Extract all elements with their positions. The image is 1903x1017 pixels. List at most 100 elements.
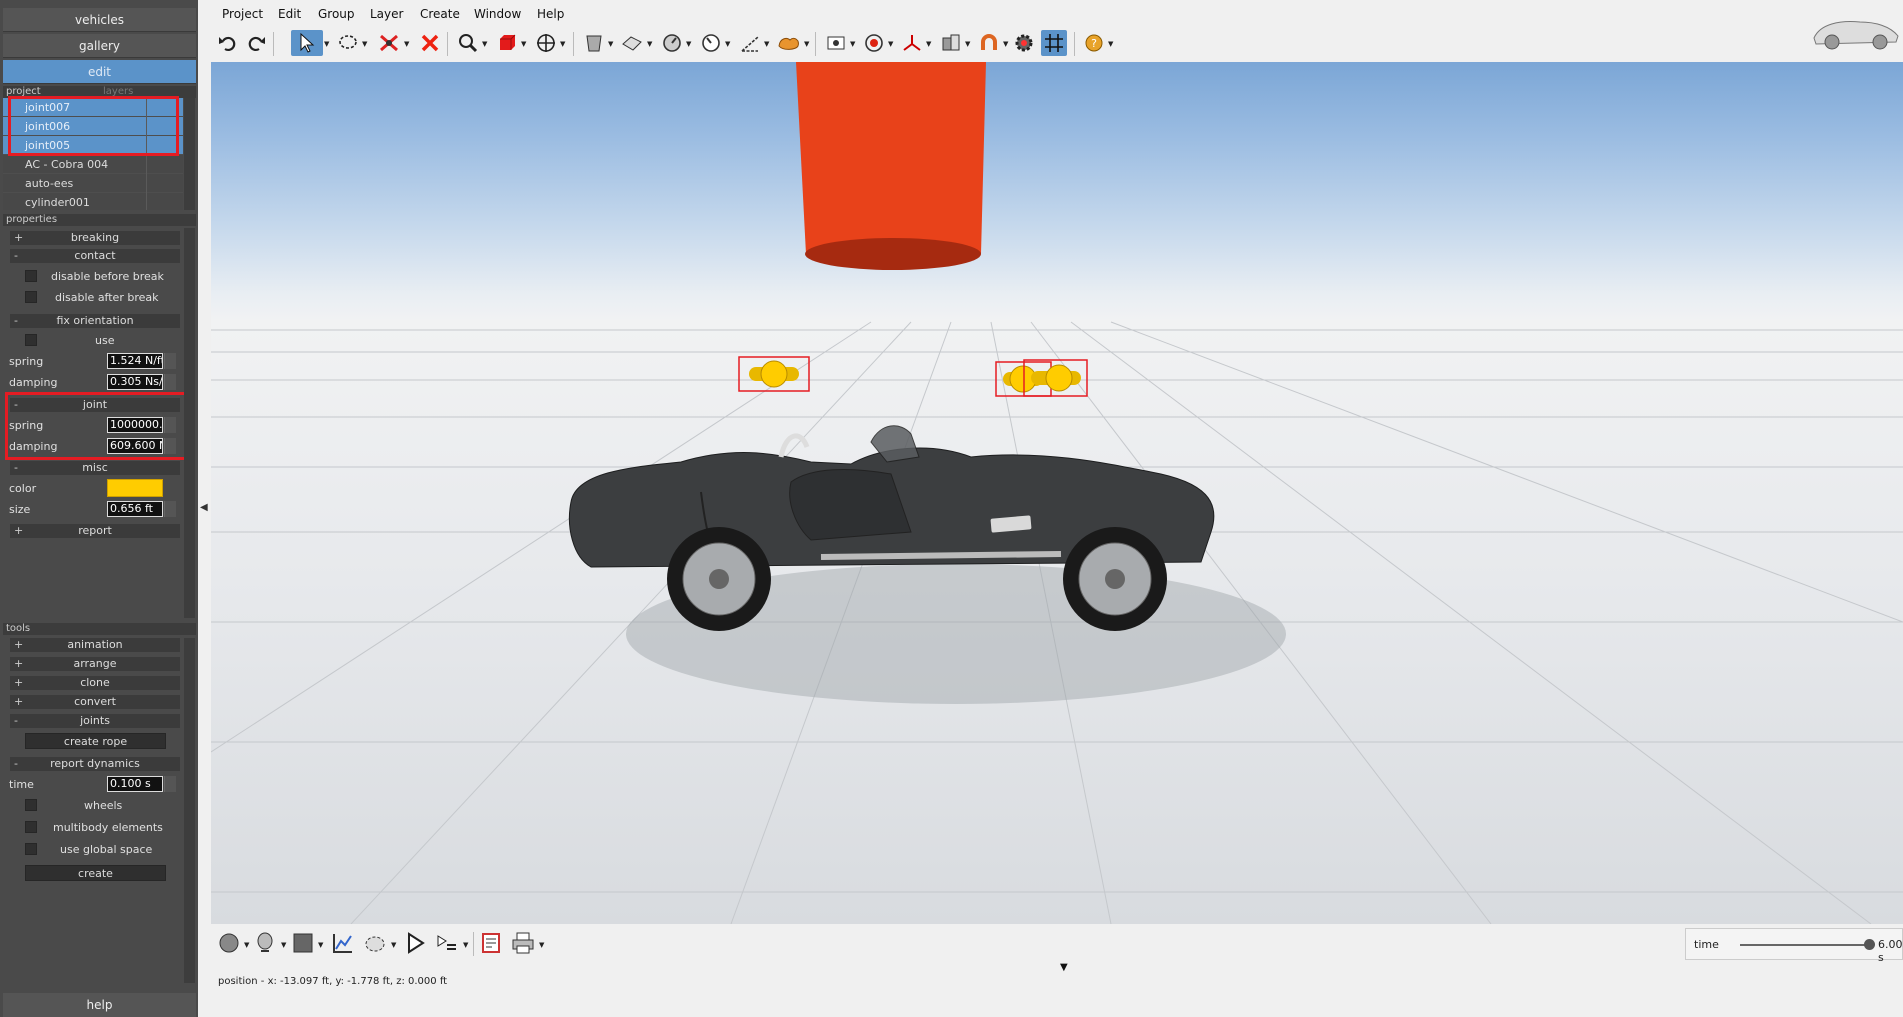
misc-section[interactable]: - misc — [10, 461, 180, 475]
playlist-icon[interactable] — [433, 929, 461, 957]
animate-icon[interactable] — [361, 929, 389, 957]
material-icon[interactable] — [289, 929, 317, 957]
box-icon[interactable] — [494, 30, 520, 56]
joints-section[interactable]: - joints — [10, 714, 180, 728]
menu-help[interactable]: Help — [537, 7, 564, 21]
joint-spring-stepper[interactable] — [164, 417, 176, 433]
tools-panel: + animation + arrange + clone + convert - joi… — [3, 636, 183, 976]
red-cylinder[interactable] — [796, 62, 986, 270]
gallery-button[interactable]: gallery — [3, 34, 196, 58]
delete-icon[interactable] — [417, 30, 443, 56]
measure-icon[interactable] — [737, 30, 763, 56]
clone-section[interactable]: + clone — [10, 676, 180, 690]
gauge-icon[interactable] — [659, 30, 685, 56]
edit-button[interactable]: edit — [3, 60, 196, 84]
layers-icon[interactable] — [938, 30, 964, 56]
joint-section[interactable]: - joint — [10, 398, 180, 412]
time-field[interactable]: 0.100 s — [107, 776, 163, 792]
select-tool-icon[interactable] — [291, 30, 323, 56]
arrange-section[interactable]: + arrange — [10, 657, 180, 671]
project-item-joint007[interactable]: joint007 — [3, 98, 183, 117]
plane-icon[interactable] — [619, 30, 645, 56]
collapse-panel-icon[interactable]: ◀ — [200, 502, 208, 513]
redo-icon[interactable] — [243, 30, 269, 56]
report-icon[interactable] — [477, 929, 505, 957]
size-stepper[interactable] — [164, 501, 176, 517]
vehicles-button[interactable]: vehicles — [3, 8, 196, 32]
undo-icon[interactable] — [215, 30, 241, 56]
expand-icon[interactable]: ▼ — [1060, 962, 1068, 973]
report-dynamics-section[interactable]: - report dynamics — [10, 757, 180, 771]
project-item-cylinder001[interactable]: cylinder001 — [3, 193, 183, 210]
report-section[interactable]: + report — [10, 524, 180, 538]
spring-stepper[interactable] — [164, 353, 176, 369]
properties-scrollbar[interactable] — [184, 228, 195, 618]
time-slider-track[interactable] — [1740, 944, 1870, 946]
joint-damping-field[interactable]: 609.600 Ns — [107, 438, 163, 454]
magnet-icon[interactable] — [976, 30, 1002, 56]
joint-marker-joint007[interactable] — [738, 356, 810, 392]
use-global-space-checkbox[interactable] — [25, 843, 37, 855]
animation-section[interactable]: + animation — [10, 638, 180, 652]
project-item-joint005[interactable]: joint005 — [3, 136, 183, 155]
project-tab[interactable]: project — [6, 86, 41, 97]
vehicle-thumbnail[interactable] — [1810, 4, 1900, 56]
menu-bar: Project Edit Group Layer Create Window H… — [211, 0, 1903, 28]
joint-tool-icon[interactable] — [376, 30, 402, 56]
joint-damping-label: damping — [9, 440, 58, 453]
graph-icon[interactable] — [329, 929, 357, 957]
use-checkbox[interactable] — [25, 334, 37, 346]
color-swatch[interactable] — [107, 479, 163, 497]
disable-after-break-checkbox[interactable] — [25, 291, 37, 303]
print-icon[interactable] — [509, 929, 537, 957]
convert-section[interactable]: + convert — [10, 695, 180, 709]
menu-project[interactable]: Project — [222, 7, 263, 21]
multibody-elements-checkbox[interactable] — [25, 821, 37, 833]
joint-marker-joint005[interactable] — [1023, 359, 1088, 397]
size-field[interactable]: 0.656 ft — [107, 501, 163, 517]
character-icon[interactable] — [251, 929, 279, 957]
disable-before-break-checkbox[interactable] — [25, 270, 37, 282]
joint-damping-stepper[interactable] — [164, 438, 176, 454]
grid-icon[interactable] — [1041, 30, 1067, 56]
gear-icon[interactable] — [1011, 30, 1037, 56]
create-button[interactable]: create — [25, 865, 166, 881]
menu-window[interactable]: Window — [474, 7, 521, 21]
item-label: joint005 — [25, 139, 71, 152]
target-icon[interactable] — [861, 30, 887, 56]
lasso-tool-icon[interactable] — [335, 30, 361, 56]
contact-section[interactable]: - contact — [10, 249, 180, 263]
play-icon[interactable] — [401, 929, 429, 957]
breaking-section[interactable]: + breaking — [10, 231, 180, 245]
menu-edit[interactable]: Edit — [278, 7, 301, 21]
3d-viewport[interactable] — [211, 62, 1903, 924]
sphere-icon[interactable] — [215, 929, 243, 957]
joint-spring-field[interactable]: 1000000.0 — [107, 417, 163, 433]
zoom-icon[interactable] — [455, 30, 481, 56]
time-stepper[interactable] — [164, 776, 176, 792]
menu-create[interactable]: Create — [420, 7, 460, 21]
debris-icon[interactable] — [776, 30, 802, 56]
project-scrollbar[interactable] — [184, 98, 195, 210]
time-slider-handle[interactable] — [1864, 939, 1875, 950]
damping-field[interactable]: 0.305 Ns/ft — [107, 374, 163, 390]
fix-orientation-section[interactable]: - fix orientation — [10, 314, 180, 328]
meter-icon[interactable] — [698, 30, 724, 56]
create-rope-button[interactable]: create rope — [25, 733, 166, 749]
menu-group[interactable]: Group — [318, 7, 355, 21]
camera-record-icon[interactable] — [823, 30, 849, 56]
bucket-icon[interactable] — [581, 30, 607, 56]
damping-stepper[interactable] — [164, 374, 176, 390]
spring-field[interactable]: 1.524 N/ft — [107, 353, 163, 369]
move-icon[interactable] — [533, 30, 559, 56]
wheels-checkbox[interactable] — [25, 799, 37, 811]
help-button[interactable]: help — [3, 993, 196, 1017]
menu-layer[interactable]: Layer — [370, 7, 403, 21]
help-icon[interactable]: ? — [1081, 30, 1107, 56]
axis-icon[interactable] — [899, 30, 925, 56]
project-item-ac-cobra[interactable]: AC - Cobra 004 — [3, 155, 183, 174]
project-item-joint006[interactable]: joint006 — [3, 117, 183, 136]
project-item-auto-ees[interactable]: auto-ees — [3, 174, 183, 193]
tools-scrollbar[interactable] — [184, 638, 195, 983]
layers-tab[interactable]: layers — [103, 86, 133, 97]
